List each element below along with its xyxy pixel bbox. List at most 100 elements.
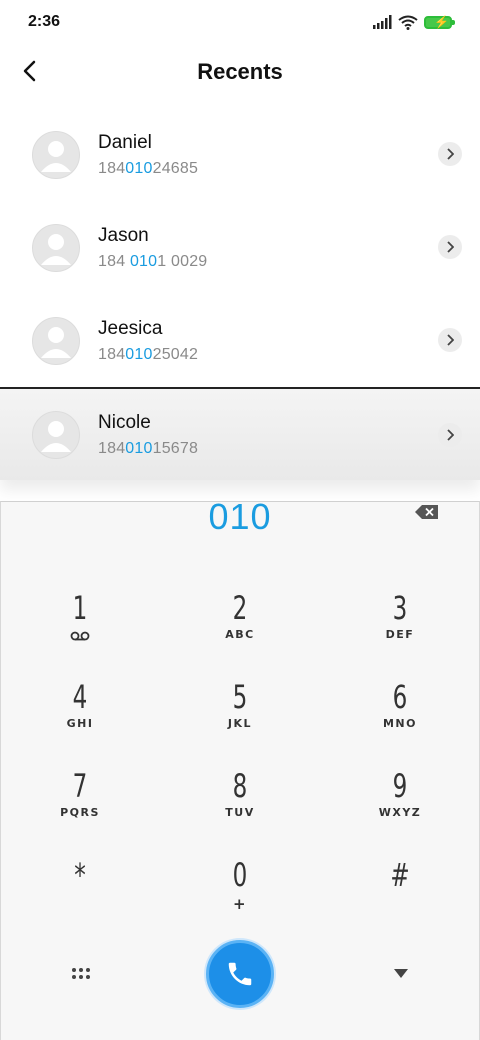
key-digit: * <box>74 856 86 894</box>
key-digit: 5 <box>232 678 248 716</box>
key-letters: TUV <box>225 806 255 819</box>
key-hash[interactable]: # <box>340 855 460 935</box>
number-match: 010 <box>125 439 153 457</box>
key-digit: 8 <box>232 767 248 805</box>
avatar <box>32 130 80 179</box>
key-7[interactable]: 7 PQRS <box>20 766 140 846</box>
phone-icon <box>228 962 252 986</box>
chevron-right-icon <box>447 241 454 253</box>
key-digit: 9 <box>392 767 408 805</box>
key-letters: DEF <box>385 628 415 641</box>
number-suffix: 15678 <box>152 439 199 457</box>
avatar <box>32 316 80 365</box>
number-match: 010 <box>125 345 153 363</box>
chevron-right-icon <box>447 429 454 441</box>
contact-name: Jason <box>98 224 149 246</box>
backspace-button[interactable] <box>415 505 439 519</box>
contact-row[interactable]: Daniel 18401024685 <box>0 108 480 201</box>
avatar <box>32 410 80 459</box>
collapse-dialpad-button[interactable] <box>389 964 413 984</box>
key-1[interactable]: 1 <box>20 588 140 668</box>
chevron-right-icon <box>447 334 454 346</box>
key-letters: + <box>232 895 248 913</box>
contact-number: 184 0101 0029 <box>98 253 480 271</box>
menu-button[interactable] <box>69 962 93 986</box>
number-prefix: 184 <box>98 439 126 457</box>
contact-list: Daniel 18401024685 Jason 184 0101 0029 J… <box>0 108 480 480</box>
contact-text: Jason 184 0101 0029 <box>98 225 480 271</box>
key-letters: MNO <box>382 717 417 730</box>
key-4[interactable]: 4 GHI <box>20 677 140 757</box>
contact-number: 18401024685 <box>98 160 480 178</box>
person-icon <box>41 420 71 452</box>
number-match: 010 <box>125 159 153 177</box>
number-prefix: 184 <box>98 159 126 177</box>
key-star[interactable]: * <box>20 855 140 935</box>
contact-row[interactable]: Jeesica 18401025042 <box>0 294 480 387</box>
person-icon <box>41 233 71 265</box>
key-letters: JKL <box>227 717 253 730</box>
status-bar: 2:36 ⚡ <box>0 0 480 44</box>
key-8[interactable]: 8 TUV <box>180 766 300 846</box>
key-digit: 0 <box>232 856 248 894</box>
key-3[interactable]: 3 DEF <box>340 588 460 668</box>
key-0[interactable]: 0 + <box>180 855 300 935</box>
dialpad-actions <box>1 940 479 1012</box>
dialpad: 010 1 2 ABC 3 DEF 4 GHI 5 JKL 6 MNO 7 PQ… <box>0 496 480 1040</box>
number-match: 010 <box>129 252 158 270</box>
contact-text: Daniel 18401024685 <box>98 132 480 178</box>
voicemail-icon <box>70 631 90 641</box>
contact-detail-button[interactable] <box>438 328 462 352</box>
key-letters: PQRS <box>60 806 100 819</box>
battery-icon: ⚡ <box>424 14 455 29</box>
key-digit: 6 <box>392 678 408 716</box>
chevron-right-icon <box>447 148 454 160</box>
contact-row[interactable]: Jason 184 0101 0029 <box>0 201 480 294</box>
status-icons: ⚡ <box>372 14 455 30</box>
contact-name: Jeesica <box>98 317 163 339</box>
key-5[interactable]: 5 JKL <box>180 677 300 757</box>
dial-input[interactable]: 010 <box>1 496 479 538</box>
contact-detail-button[interactable] <box>438 235 462 259</box>
key-letters: ABC <box>225 628 255 641</box>
number-suffix: 1 0029 <box>157 252 208 270</box>
number-prefix: 184 <box>98 252 130 270</box>
contact-text: Nicole 18401015678 <box>98 412 480 458</box>
number-suffix: 24685 <box>152 159 199 177</box>
key-digit: # <box>390 856 410 894</box>
key-digit: 2 <box>232 589 248 627</box>
call-button[interactable] <box>206 940 274 1008</box>
key-2[interactable]: 2 ABC <box>180 588 300 668</box>
contact-name: Daniel <box>98 131 152 153</box>
key-6[interactable]: 6 MNO <box>340 677 460 757</box>
chevron-left-icon <box>23 60 36 82</box>
signal-icon <box>373 15 392 29</box>
key-digit: 4 <box>72 678 88 716</box>
key-letters: WXYZ <box>378 806 422 819</box>
backspace-icon <box>415 505 438 519</box>
contact-detail-button[interactable] <box>438 142 462 166</box>
contact-detail-button[interactable] <box>438 423 462 447</box>
key-digit: 7 <box>72 767 88 805</box>
dots-grid-icon <box>72 968 90 979</box>
charging-icon: ⚡ <box>434 14 449 29</box>
avatar <box>32 223 80 272</box>
person-icon <box>41 140 71 172</box>
key-digit: 3 <box>392 589 408 627</box>
wifi-icon <box>398 15 418 30</box>
key-9[interactable]: 9 WXYZ <box>340 766 460 846</box>
key-letters: GHI <box>66 717 94 730</box>
number-suffix: 25042 <box>152 345 199 363</box>
number-prefix: 184 <box>98 345 126 363</box>
page-title: Recents <box>197 59 283 84</box>
triangle-down-icon <box>394 969 408 978</box>
person-icon <box>41 326 71 358</box>
contact-name: Nicole <box>98 411 151 433</box>
contact-number: 18401025042 <box>98 346 480 364</box>
header: Recents <box>0 44 480 100</box>
key-digit: 1 <box>72 589 88 627</box>
status-time: 2:36 <box>28 13 61 30</box>
back-button[interactable] <box>14 56 44 86</box>
contact-number: 18401015678 <box>98 440 480 458</box>
contact-row[interactable]: Nicole 18401015678 <box>0 387 480 480</box>
